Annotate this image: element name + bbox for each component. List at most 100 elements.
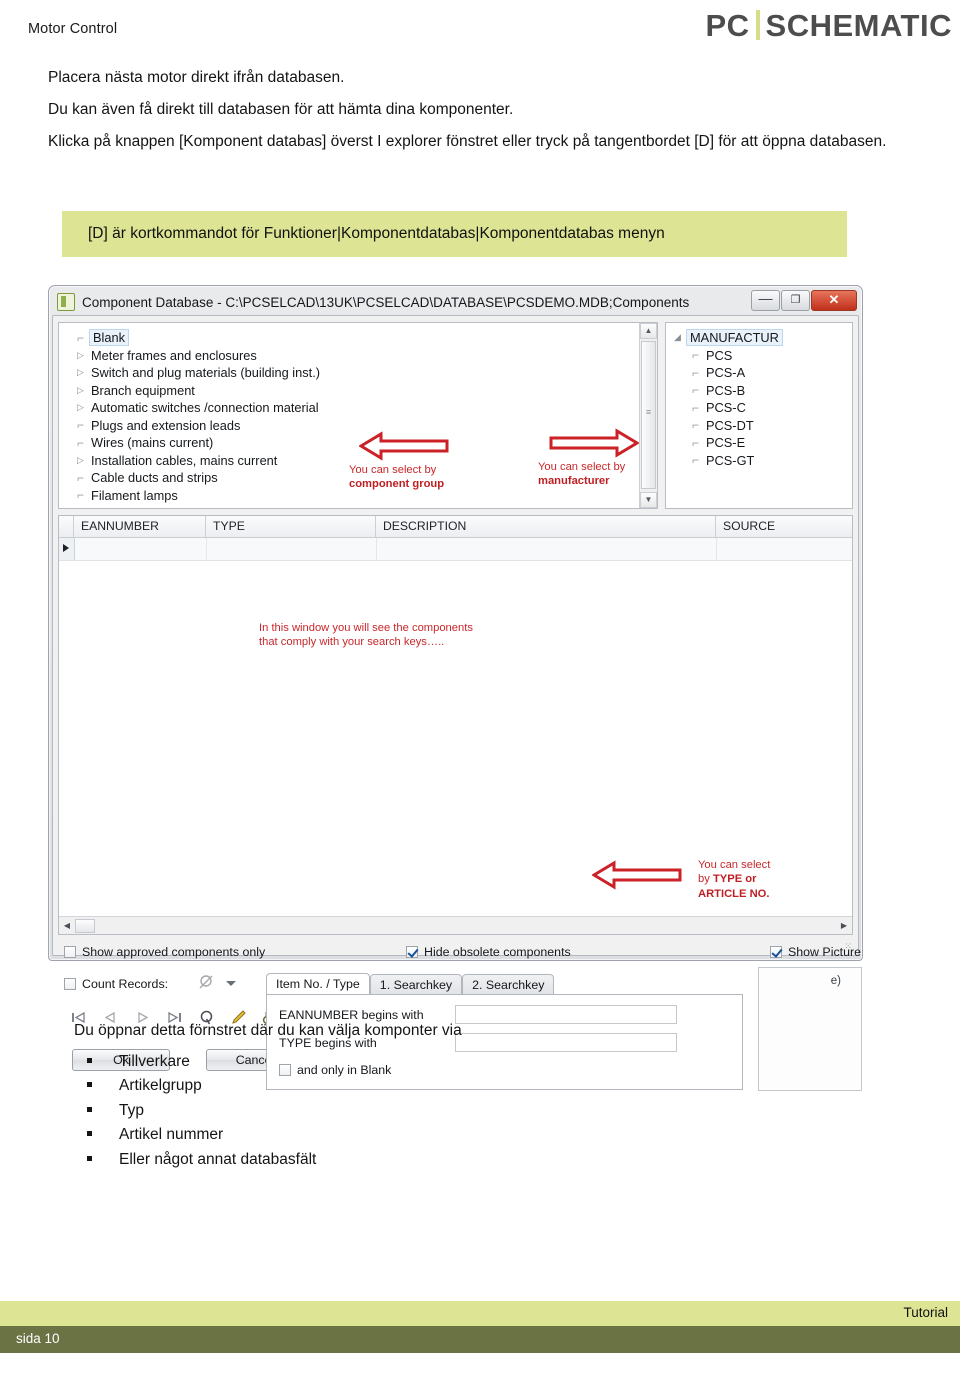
tree-item-label: Filament lamps	[91, 487, 178, 503]
scroll-down-button[interactable]: ▼	[640, 492, 657, 508]
shortcut-callout-text: [D] är kortkommandot för Funktioner|Komp…	[88, 225, 665, 242]
expand-triangle-icon[interactable]: ▷	[77, 385, 91, 396]
show-approved-checkbox-row[interactable]: Show approved components only	[64, 945, 265, 959]
grid-cell-description[interactable]	[377, 538, 717, 560]
maximize-icon: ❐	[790, 294, 801, 306]
manufacturer-item-label: PCS-GT	[706, 452, 755, 468]
manufacturer-root-node[interactable]: ◢ MANUFACTUR	[674, 329, 852, 347]
search-tab-2[interactable]: 2. Searchkey	[462, 974, 555, 995]
minimize-icon: —	[758, 290, 773, 306]
grid-col-source[interactable]: SOURCE	[716, 516, 852, 537]
tree-leaf-dash-icon: ⌐	[77, 418, 85, 433]
count-records-dropdown-caret-icon[interactable]	[226, 981, 236, 986]
tree-item-1[interactable]: ▷ Meter frames and enclosures	[77, 347, 657, 365]
show-approved-label: Show approved components only	[82, 945, 266, 959]
grid-cell-eannumber[interactable]	[75, 538, 207, 560]
annotation-components-window-line1: In this window you will see the componen…	[259, 622, 473, 634]
grid-cell-type[interactable]	[207, 538, 377, 560]
tree-item-2[interactable]: ▷ Switch and plug materials (building ins…	[77, 364, 657, 382]
close-button[interactable]: ✕	[811, 290, 857, 311]
intro-text-block: Placera nästa motor direkt ifrån databas…	[48, 68, 888, 164]
search-tab-0[interactable]: Item No. / Type	[266, 973, 370, 995]
manufacturer-item-6[interactable]: ⌐ PCS-GT	[674, 452, 852, 470]
expand-triangle-icon[interactable]: ▷	[77, 402, 91, 413]
hscroll-left-button[interactable]: ◀	[59, 918, 75, 933]
tree-leaf-dash-icon: ⌐	[77, 470, 85, 485]
manufacturer-item-2[interactable]: ⌐ PCS-B	[674, 382, 852, 400]
tree-leaf-dash-icon: ⌐	[692, 435, 700, 450]
tree-leaf-dash-icon: ⌐	[692, 365, 700, 380]
count-records-icon[interactable]	[198, 974, 216, 990]
annotation-type-article-line3: ARTICLE NO.	[698, 887, 770, 900]
current-row-marker-icon	[59, 538, 75, 560]
hide-obsolete-checkbox-row[interactable]: Hide obsolete components	[406, 945, 571, 959]
bullet-square-icon	[87, 1155, 92, 1161]
tree-item-0[interactable]: ⌐ Blank	[77, 329, 657, 347]
window-button-group: — ❐ ✕	[751, 290, 857, 311]
tree-leaf-dash-icon: ⌐	[692, 418, 700, 433]
annotation-component-group-line1: You can select by	[349, 464, 437, 476]
maximize-button[interactable]: ❐	[781, 290, 810, 311]
manufacturer-item-0[interactable]: ⌐ PCS	[674, 347, 852, 365]
tree-item-label: Switch and plug materials (building inst…	[91, 365, 321, 381]
tree-item-label: Blank	[89, 329, 130, 347]
search-tab-1[interactable]: 1. Searchkey	[369, 974, 463, 995]
expand-triangle-icon[interactable]: ▷	[77, 367, 91, 378]
tree-vertical-scrollbar[interactable]: ▲ ≡ ▼	[639, 323, 657, 508]
tree-item-4[interactable]: ▷ Automatic switches /connection material	[77, 399, 657, 417]
manufacturer-item-5[interactable]: ⌐ PCS-E	[674, 434, 852, 452]
right-red-arrow-icon	[549, 428, 639, 458]
annotation-type-article-line1: You can select	[698, 859, 771, 871]
grid-col-type[interactable]: TYPE	[206, 516, 376, 537]
outro-lead-text: Du öppnar detta förnstret där du kan väl…	[74, 1022, 462, 1039]
document-title: Motor Control	[28, 21, 118, 37]
logo-text-schematic: SCHEMATIC	[765, 7, 952, 43]
expand-triangle-icon[interactable]: ▷	[77, 455, 91, 466]
minimize-button[interactable]: —	[751, 290, 780, 311]
manufacturer-item-1[interactable]: ⌐ PCS-A	[674, 364, 852, 382]
show-picture-checkbox[interactable]	[770, 946, 782, 958]
manufacturer-list[interactable]: ⌐ PCS ⌐ PCS-A ⌐ PCS-B ⌐ PCS-C ⌐ PCS-DT ⌐ PCS-E ⌐ PCS-…	[674, 347, 852, 470]
hscroll-right-button[interactable]: ▶	[836, 918, 852, 933]
grid-cell-source[interactable]	[717, 538, 852, 560]
database-app-icon	[57, 293, 75, 311]
annotation-type-article-line2b: TYPE or	[712, 873, 757, 886]
grid-header-row: EANNUMBER TYPE DESCRIPTION SOURCE	[59, 516, 852, 538]
close-icon: ✕	[828, 292, 840, 307]
tree-leaf-dash-icon: ⌐	[692, 453, 700, 468]
manufacturer-item-label: PCS-A	[706, 365, 746, 381]
manufacturer-item-3[interactable]: ⌐ PCS-C	[674, 399, 852, 417]
window-resize-grip-icon[interactable]: ⁙	[844, 941, 853, 952]
left-red-arrow-icon	[359, 431, 449, 461]
tree-item-3[interactable]: ▷ Branch equipment	[77, 382, 657, 400]
tree-item-label: Wires (mains current)	[91, 435, 214, 451]
search-tab-strip[interactable]: Item No. / Type 1. Searchkey 2. Searchkey	[266, 973, 743, 995]
annotation-components-window: In this window you will see the componen…	[259, 621, 473, 650]
count-records-checkbox-row[interactable]: Count Records:	[64, 977, 168, 991]
grid-col-eannumber[interactable]: EANNUMBER	[74, 516, 206, 537]
show-approved-checkbox[interactable]	[64, 946, 76, 958]
component-group-tree-pane[interactable]: ⌐ Blank ▷ Meter frames and enclosures ▷ Switc…	[58, 322, 658, 509]
manufacturer-item-4[interactable]: ⌐ PCS-DT	[674, 417, 852, 435]
hscroll-thumb[interactable]	[75, 918, 95, 933]
grid-col-description[interactable]: DESCRIPTION	[376, 516, 716, 537]
intro-line-1: Placera nästa motor direkt ifrån databas…	[48, 69, 345, 86]
intro-line-3: Klicka på knappen [Komponent databas] öv…	[48, 132, 887, 150]
annotation-components-window-line2: that comply with your search keys…..	[259, 636, 445, 649]
expand-triangle-icon[interactable]: ▷	[77, 350, 91, 361]
hide-obsolete-checkbox[interactable]	[406, 946, 418, 958]
count-records-label: Count Records:	[82, 977, 169, 991]
bottom-red-arrow-icon	[592, 860, 682, 890]
selection-panes: ⌐ Blank ▷ Meter frames and enclosures ▷ Switc…	[58, 322, 853, 509]
grid-horizontal-scrollbar[interactable]: ◀ ▶	[59, 916, 852, 934]
picture-panel-note: e)	[830, 975, 841, 987]
count-records-checkbox[interactable]	[64, 978, 76, 990]
annotation-manufacturer-line1: You can select by	[538, 461, 626, 473]
outro-list-item-label: Typ	[119, 1101, 144, 1119]
manufacturer-tree-pane[interactable]: ◢ MANUFACTUR ⌐ PCS ⌐ PCS-A ⌐ PCS-B ⌐ PCS-C ⌐ PCS-…	[665, 322, 853, 509]
scroll-up-button[interactable]: ▲	[640, 323, 657, 339]
grid-empty-row[interactable]	[59, 538, 852, 561]
bullet-square-icon	[87, 1082, 92, 1088]
outro-list-item: Tillverkare	[74, 1050, 834, 1074]
tree-leaf-dash-icon: ⌐	[692, 400, 700, 415]
